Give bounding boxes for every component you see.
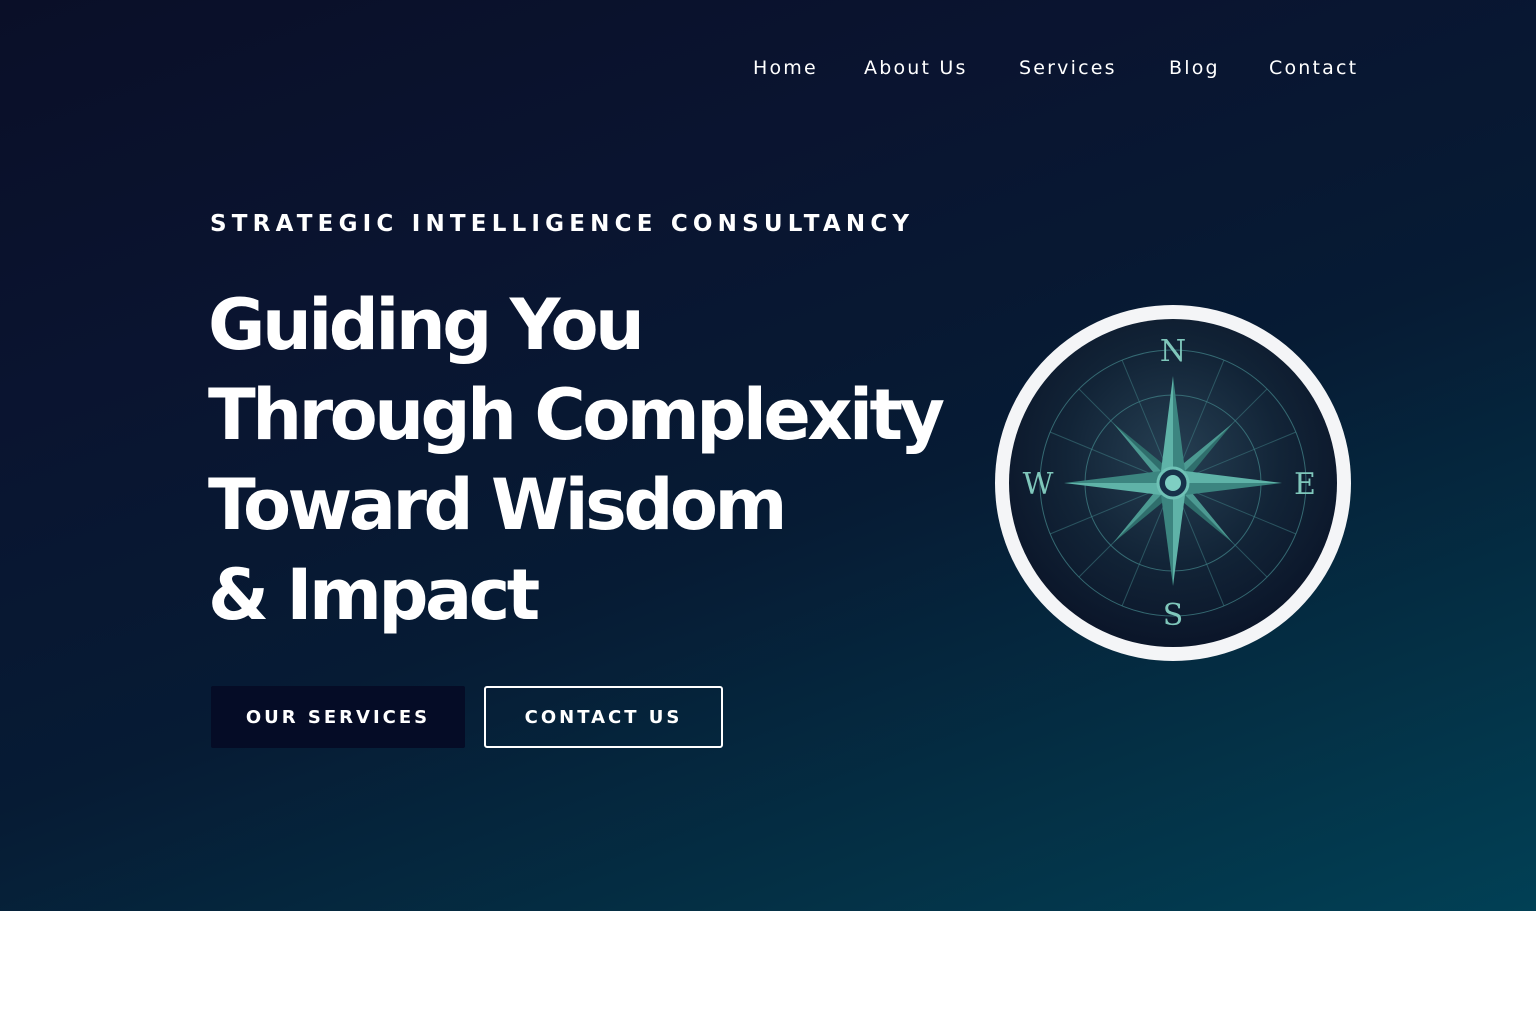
headline-line-1: Guiding You [208,284,645,366]
our-services-button[interactable]: OUR SERVICES [211,686,465,748]
hero-section: Home About Us Services Blog Contact STRA… [0,0,1536,911]
compass-graphic: N E S W [995,305,1351,661]
nav-home-link[interactable]: Home [753,54,818,82]
compass-icon: N E S W [993,303,1353,663]
compass-north-label: N [1160,334,1186,369]
headline-line-2: Through Complexity [208,374,945,456]
hero-headline: Guiding You Through Complexity Toward Wi… [208,280,968,640]
compass-east-label: E [1294,467,1316,502]
nav-contact-link[interactable]: Contact [1269,54,1358,82]
main-nav: Home About Us Services Blog Contact [0,54,1536,82]
hero-eyebrow: STRATEGIC INTELLIGENCE CONSULTANCY [210,211,915,237]
headline-line-3: Toward Wisdom [208,464,787,546]
compass-west-label: W [1023,467,1054,502]
nav-about-us-link[interactable]: About Us [864,54,968,82]
nav-services-link[interactable]: Services [1019,54,1117,82]
compass-center-dot [1165,475,1181,491]
compass-south-label: S [1163,598,1184,633]
headline-line-4: & Impact [208,554,540,636]
contact-us-button[interactable]: CONTACT US [484,686,723,748]
below-hero-section [0,911,1536,1024]
nav-blog-link[interactable]: Blog [1169,54,1220,82]
